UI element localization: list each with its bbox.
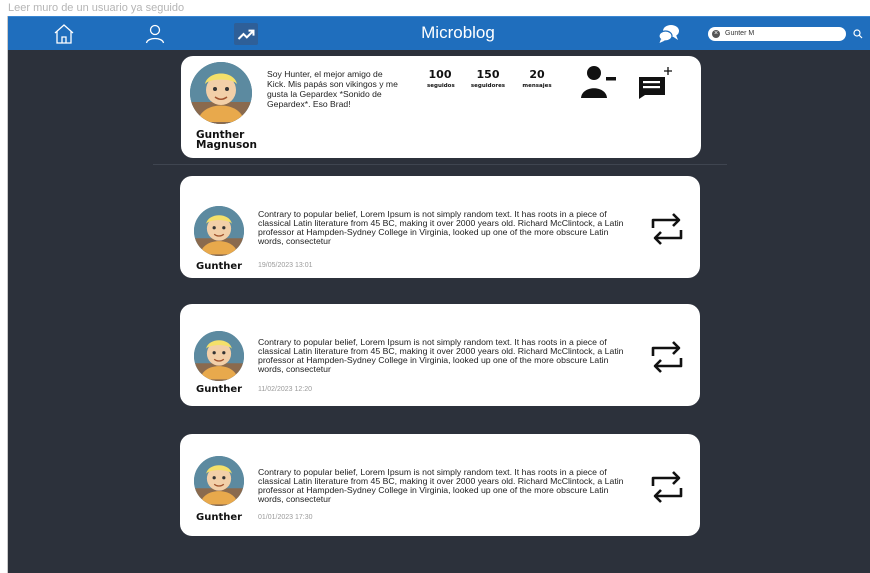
app-brand-title[interactable]: Microblog bbox=[368, 23, 548, 43]
profile-name: Gunther Magnuson bbox=[196, 129, 257, 151]
app-window: Microblog × Gunter M Gunther Magnuson So… bbox=[7, 16, 870, 573]
profile-avatar bbox=[190, 62, 252, 124]
home-icon[interactable] bbox=[52, 22, 76, 46]
screen-caption: Leer muro de un usuario ya seguido bbox=[8, 2, 185, 14]
stat-following[interactable]: 100 seguidos bbox=[427, 68, 455, 89]
post-card: Gunther Contrary to popular belief, Lore… bbox=[180, 304, 700, 406]
stat-followers-label: seguidores bbox=[470, 83, 506, 89]
post-avatar bbox=[194, 331, 244, 381]
post-avatar bbox=[194, 456, 244, 506]
post-card: Gunther Contrary to popular belief, Lore… bbox=[180, 176, 700, 278]
post-text: Contrary to popular belief, Lorem Ipsum … bbox=[258, 337, 624, 374]
post-author[interactable]: Gunther bbox=[196, 512, 256, 523]
profile-card: Gunther Magnuson Soy Hunter, el mejor am… bbox=[181, 56, 701, 158]
clear-icon[interactable]: × bbox=[712, 30, 720, 38]
post-author[interactable]: Gunther bbox=[196, 384, 256, 395]
chat-bubbles-icon[interactable] bbox=[657, 22, 681, 46]
search-icon[interactable] bbox=[852, 27, 864, 41]
search-input[interactable]: × Gunter M bbox=[708, 27, 846, 41]
post-date: 01/01/2023 17:30 bbox=[258, 514, 313, 521]
stat-messages[interactable]: 20 mensajes bbox=[521, 68, 553, 89]
stat-following-value: 100 bbox=[428, 68, 452, 81]
post-text: Contrary to popular belief, Lorem Ipsum … bbox=[258, 467, 624, 504]
stat-followers[interactable]: 150 seguidores bbox=[469, 68, 507, 89]
post-date: 19/05/2023 13:01 bbox=[258, 262, 313, 269]
profile-bio: Soy Hunter, el mejor amigo de Kick. Mis … bbox=[267, 69, 398, 109]
stat-messages-value: 20 bbox=[529, 68, 545, 81]
stat-followers-value: 150 bbox=[476, 68, 500, 81]
repost-icon[interactable] bbox=[648, 210, 686, 248]
new-message-icon[interactable] bbox=[637, 65, 677, 99]
post-text: Contrary to popular belief, Lorem Ipsum … bbox=[258, 209, 624, 246]
trending-icon[interactable] bbox=[234, 22, 258, 46]
post-card: Gunther Contrary to popular belief, Lore… bbox=[180, 434, 700, 536]
top-navbar: Microblog × Gunter M bbox=[8, 16, 870, 50]
post-date: 11/02/2023 12:20 bbox=[258, 386, 312, 393]
post-author[interactable]: Gunther bbox=[196, 261, 256, 272]
user-icon[interactable] bbox=[143, 22, 167, 46]
search-input-value[interactable]: Gunter M bbox=[725, 28, 754, 40]
post-avatar bbox=[194, 206, 244, 256]
unfollow-icon[interactable] bbox=[579, 65, 619, 99]
section-divider bbox=[153, 164, 727, 165]
repost-icon[interactable] bbox=[648, 468, 686, 506]
repost-icon[interactable] bbox=[648, 338, 686, 376]
stat-following-label: seguidos bbox=[427, 83, 455, 89]
stat-messages-label: mensajes bbox=[522, 83, 552, 89]
